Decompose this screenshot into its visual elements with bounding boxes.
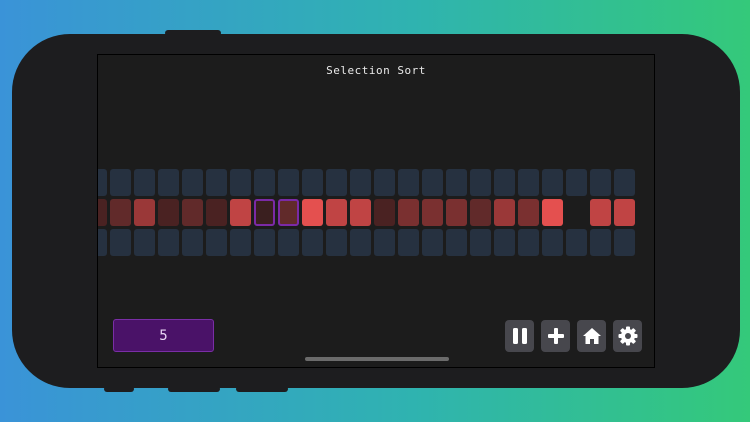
- grid-cell-value: [614, 199, 635, 226]
- grid-cell-value: [374, 199, 395, 226]
- grid-cell-value: [542, 199, 563, 226]
- grid-cell-empty: [98, 229, 107, 256]
- gear-icon: [618, 326, 637, 346]
- grid-cell-empty: [470, 229, 491, 256]
- home-icon: [582, 328, 601, 344]
- page-title: Selection Sort: [326, 64, 426, 77]
- grid-cell-value: [518, 199, 539, 226]
- grid-cell-empty: [470, 169, 491, 196]
- game-screen: Selection Sort 5: [97, 54, 655, 368]
- toolbar: [505, 320, 642, 352]
- grid-cell-empty: [494, 169, 515, 196]
- grid-cell-empty: [110, 229, 131, 256]
- grid-cell-empty: [98, 169, 107, 196]
- grid-cell-value: [326, 199, 347, 226]
- grid-cell-value: [230, 199, 251, 226]
- grid-cell-empty: [590, 169, 611, 196]
- grid-cell-value: [182, 199, 203, 226]
- grid-cell-empty: [614, 169, 635, 196]
- grid-cell-value: [470, 199, 491, 226]
- grid-cell-empty: [182, 229, 203, 256]
- grid-cell-empty: [566, 169, 587, 196]
- grid-cell-empty: [374, 229, 395, 256]
- grid-cell-empty: [230, 229, 251, 256]
- pause-button[interactable]: [505, 320, 534, 352]
- home-indicator: [305, 357, 449, 361]
- grid-cell-empty: [302, 229, 323, 256]
- grid-cell-empty: [158, 169, 179, 196]
- grid-cell-value: [422, 199, 443, 226]
- grid-row-top: [98, 169, 635, 196]
- grid-cell-empty: [446, 169, 467, 196]
- home-button[interactable]: [577, 320, 606, 352]
- grid-row-bottom: [98, 229, 635, 256]
- step-counter: 5: [113, 319, 214, 352]
- grid-cell-empty: [398, 169, 419, 196]
- grid-cell-value: [302, 199, 323, 226]
- grid-cell-value: [590, 199, 611, 226]
- grid-cell-empty: [398, 229, 419, 256]
- grid-row-middle: [98, 199, 635, 226]
- grid-cell-empty: [254, 229, 275, 256]
- grid-cell-value: [446, 199, 467, 226]
- grid-cell-value: [134, 199, 155, 226]
- grid-cell-selected: [254, 199, 275, 226]
- grid-cell-empty: [134, 229, 155, 256]
- settings-button[interactable]: [613, 320, 642, 352]
- grid-cell-empty: [182, 169, 203, 196]
- grid-cell-empty: [230, 169, 251, 196]
- grid-cell-value: [494, 199, 515, 226]
- grid-cell-empty: [110, 169, 131, 196]
- grid-cell-empty: [374, 169, 395, 196]
- grid-cell-value: [206, 199, 227, 226]
- grid-cell-value: [566, 199, 587, 226]
- plus-icon: [547, 328, 564, 344]
- grid-cell-empty: [158, 229, 179, 256]
- add-button[interactable]: [541, 320, 570, 352]
- grid-cell-value: [110, 199, 131, 226]
- phone-button-bottom-2: [168, 386, 220, 392]
- grid-cell-empty: [518, 229, 539, 256]
- grid-cell-empty: [326, 229, 347, 256]
- phone-button-top: [165, 30, 221, 36]
- grid-cell-empty: [542, 169, 563, 196]
- grid-cell-empty: [446, 229, 467, 256]
- grid-cell-empty: [326, 169, 347, 196]
- grid-cell-empty: [302, 169, 323, 196]
- grid-cell-empty: [422, 169, 443, 196]
- grid-cell-empty: [350, 229, 371, 256]
- grid-cell-empty: [494, 229, 515, 256]
- grid-cell-empty: [278, 229, 299, 256]
- phone-button-bottom-1: [104, 386, 134, 392]
- grid-cell-empty: [278, 169, 299, 196]
- grid-cell-empty: [422, 229, 443, 256]
- grid-cell-empty: [350, 169, 371, 196]
- grid-cell-empty: [614, 229, 635, 256]
- grid-cell-empty: [206, 169, 227, 196]
- grid-cell-empty: [542, 229, 563, 256]
- grid-cell-empty: [566, 229, 587, 256]
- grid-cell-value: [158, 199, 179, 226]
- grid-cell-value: [350, 199, 371, 226]
- grid-cell-empty: [134, 169, 155, 196]
- grid-cell-empty: [206, 229, 227, 256]
- phone-button-bottom-3: [236, 386, 288, 392]
- pause-icon: [512, 328, 527, 344]
- grid-cell-empty: [518, 169, 539, 196]
- grid-cell-empty: [254, 169, 275, 196]
- grid-cell-value: [398, 199, 419, 226]
- grid-cell-value: [98, 199, 107, 226]
- grid-cell-empty: [590, 229, 611, 256]
- grid-cell-selected: [278, 199, 299, 226]
